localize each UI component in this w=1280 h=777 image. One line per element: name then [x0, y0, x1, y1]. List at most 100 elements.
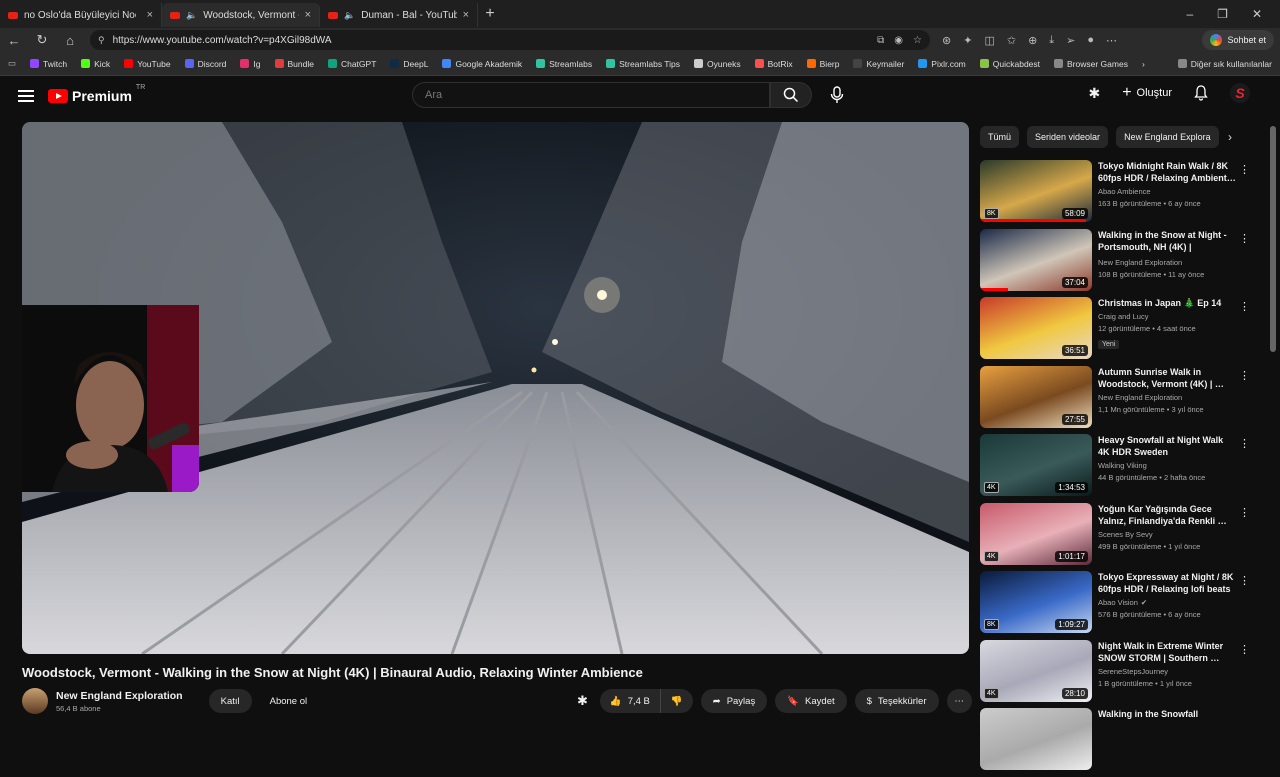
bookmark-item[interactable]: ChatGPT [327, 59, 376, 69]
kebab-menu-icon[interactable]: ⋮ [1239, 232, 1250, 245]
site-info-icon[interactable]: ⚲ [98, 35, 105, 46]
bookmark-item[interactable]: Quickabdest [979, 59, 1040, 69]
kebab-menu-icon[interactable]: ⋮ [1239, 574, 1250, 587]
recommendation-channel[interactable]: Abao Vision ✔ [1098, 598, 1236, 607]
recommendation-channel[interactable]: Walking Viking [1098, 461, 1236, 470]
recommendation-title[interactable]: Yoğun Kar Yağışında Gece Yalnız, Finland… [1098, 503, 1236, 527]
extension-puzzle-icon[interactable]: ✱ [577, 693, 588, 709]
chip-series[interactable]: Seriden videolar [1027, 126, 1109, 148]
url-field[interactable]: ⚲ https://www.youtube.com/watch?v=p4XGil… [90, 30, 930, 50]
like-button[interactable]: 👍 7,4 B [600, 689, 661, 713]
recommendation-item[interactable]: 1:01:17 4K Yoğun Kar Yağışında Gece Yalnız… [980, 502, 1260, 572]
bookmark-item[interactable]: BotRix [754, 59, 793, 69]
channel-avatar[interactable] [22, 688, 48, 714]
recommendation-title[interactable]: Autumn Sunrise Walk in Woodstock, Vermon… [1098, 366, 1236, 390]
recommendation-item[interactable]: 58:09 8K Tokyo Midnight Rain Walk / 8K 60f… [980, 160, 1260, 229]
bookmark-item[interactable]: Keymailer [853, 59, 904, 69]
maximize-icon[interactable]: ❐ [1217, 7, 1228, 21]
close-tab-icon[interactable]: × [305, 9, 311, 21]
recommendation-item[interactable]: 28:10 4K Night Walk in Extreme Winter SNOW… [980, 639, 1260, 709]
dislike-button[interactable]: 👎 [661, 689, 693, 713]
tracking-icon[interactable]: ◉ [894, 35, 903, 46]
speaker-icon[interactable]: 🔈 [186, 10, 197, 21]
scrollbar[interactable] [1270, 126, 1276, 352]
more-actions-button[interactable]: ⋯ [946, 689, 972, 713]
recommendation-item[interactable]: 1:09:27 8K Tokyo Expressway at Night / 8K … [980, 571, 1260, 640]
back-icon[interactable]: ← [6, 33, 22, 48]
recommendation-title[interactable]: Walking in the Snowfall [1098, 708, 1236, 720]
close-tab-icon[interactable]: × [463, 9, 469, 21]
recommendation-title[interactable]: Walking in the Snow at Night - Portsmout… [1098, 229, 1236, 255]
bookmark-item[interactable]: Google Akademik [442, 59, 522, 69]
youtube-premium-logo[interactable]: Premium TR [48, 84, 145, 104]
thanks-button[interactable]: $ Teşekkürler [854, 689, 939, 713]
minimize-icon[interactable]: – [1186, 7, 1193, 21]
kebab-menu-icon[interactable]: ⋮ [1239, 437, 1250, 450]
video-thumbnail[interactable]: 58:09 8K [980, 160, 1092, 222]
extension-puzzle-icon[interactable]: ✱ [1088, 85, 1100, 102]
join-button[interactable]: Katıl [208, 689, 252, 713]
bookmark-item[interactable]: Bierp [806, 59, 839, 69]
split-screen-icon[interactable]: ◫ [984, 34, 994, 47]
bookmarks-overflow-icon[interactable]: › [1142, 59, 1145, 69]
recommendation-title[interactable]: Christmas in Japan 🎄 Ep 14 [1098, 297, 1236, 309]
recommendation-channel[interactable]: Scenes By Sevy [1098, 530, 1236, 539]
bookmark-sidebar-icon[interactable]: ▭ [8, 58, 16, 69]
bookmark-item[interactable]: Browser Games [1054, 59, 1128, 69]
save-button[interactable]: 🔖 Kaydet [775, 689, 847, 713]
bookmark-item[interactable]: Diğer sık kullanılanlar [1177, 59, 1272, 69]
home-icon[interactable]: ⌂ [62, 33, 78, 48]
recommendation-channel[interactable]: New England Exploration [1098, 258, 1236, 267]
recommendation-title[interactable]: Tokyo Midnight Rain Walk / 8K 60fps HDR … [1098, 160, 1236, 184]
speaker-icon[interactable]: 🔈 [344, 10, 355, 21]
chip-channel[interactable]: New England Explora [1116, 126, 1219, 148]
new-tab-button[interactable]: + [478, 5, 502, 23]
bookmark-item[interactable]: Ig [240, 59, 261, 69]
favorites-icon[interactable]: ✩ [1007, 34, 1016, 47]
gamepad-icon[interactable]: ⊛ [942, 34, 951, 47]
recommendation-item[interactable]: 27:55 Autumn Sunrise Walk in Woodstock, V… [980, 365, 1260, 435]
kebab-menu-icon[interactable]: ⋮ [1239, 163, 1250, 176]
share-icon[interactable]: ➢ [1066, 34, 1075, 47]
recommendation-channel[interactable]: New England Exploration [1098, 393, 1236, 402]
user-avatar[interactable]: S [1230, 83, 1250, 103]
recommendation-channel[interactable]: Abao Ambience [1098, 187, 1236, 196]
video-thumbnail[interactable]: 28:10 4K [980, 639, 1092, 702]
recommendation-item[interactable]: Walking in the Snowfall [980, 708, 1260, 777]
close-tab-icon[interactable]: × [147, 9, 153, 21]
recommendation-item[interactable]: 36:51 Christmas in Japan 🎄 Ep 14 Craig and… [980, 297, 1260, 366]
refresh-icon[interactable]: ↻ [34, 32, 50, 48]
bookmark-item[interactable]: Oyuneks [694, 59, 741, 69]
browser-tab[interactable]: no Oslo'da Büyüleyici Noel Turu × [0, 3, 162, 27]
collections-icon[interactable]: ⊕ [1028, 34, 1037, 47]
search-input[interactable] [425, 89, 769, 101]
voice-search-button[interactable] [824, 82, 850, 108]
extensions-icon[interactable]: ✦ [963, 34, 972, 47]
notifications-bell-icon[interactable] [1194, 85, 1208, 101]
video-thumbnail[interactable]: 1:09:27 8K [980, 571, 1092, 633]
browser-tab-active[interactable]: 🔈 Woodstock, Vermont - Walkin × [162, 3, 320, 27]
download-icon[interactable]: ⤓ [1049, 34, 1054, 47]
bookmark-item[interactable]: Streamlabs Tips [606, 59, 680, 69]
bookmark-item[interactable]: Streamlabs [536, 59, 592, 69]
video-thumbnail[interactable] [980, 708, 1092, 770]
chevron-right-icon[interactable]: › [1228, 130, 1232, 144]
install-icon[interactable]: ⧉ [877, 35, 884, 46]
profile-icon[interactable]: ● [1087, 34, 1094, 47]
more-menu-icon[interactable]: ⋯ [1106, 34, 1117, 47]
browser-tab[interactable]: 🔈 Duman - Bal - YouTube × [320, 3, 478, 27]
recommendation-item[interactable]: 37:04 Walking in the Snow at Night - Port… [980, 228, 1260, 298]
kebab-menu-icon[interactable]: ⋮ [1239, 643, 1250, 656]
close-window-icon[interactable]: ✕ [1252, 7, 1262, 21]
subscribe-button[interactable]: Abone ol [258, 689, 320, 713]
video-thumbnail[interactable]: 1:34:53 4K [980, 434, 1092, 496]
kebab-menu-icon[interactable]: ⋮ [1239, 300, 1250, 313]
search-button[interactable] [770, 82, 812, 108]
recommendation-title[interactable]: Tokyo Expressway at Night / 8K 60fps HDR… [1098, 571, 1236, 595]
video-thumbnail[interactable]: 1:01:17 4K [980, 502, 1092, 565]
recommendation-item[interactable]: 1:34:53 4K Heavy Snowfall at Night Walk 4K… [980, 434, 1260, 503]
video-thumbnail[interactable]: 27:55 [980, 365, 1092, 428]
recommendation-title[interactable]: Heavy Snowfall at Night Walk 4K HDR Swed… [1098, 434, 1236, 458]
create-button[interactable]: + Oluştur [1122, 84, 1172, 102]
bookmark-item[interactable]: Discord [184, 59, 226, 69]
